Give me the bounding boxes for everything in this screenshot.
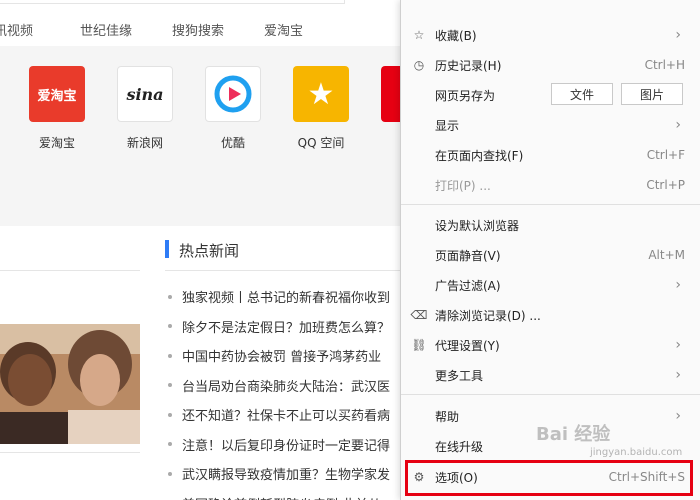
menu-item-label: 历史记录(H) <box>435 58 502 73</box>
menu-item-label: 网页另存为 <box>435 88 496 103</box>
app-qzone[interactable]: ★ QQ 空间 <box>286 66 356 151</box>
options-highlight-box <box>405 460 693 496</box>
menu-item-save-as: 网页另存为 文件 图片 <box>401 80 700 110</box>
sina-icon: sina <box>117 66 173 122</box>
nav-link-aitaobao[interactable]: 爱淘宝 <box>264 20 303 39</box>
app-aitaobao[interactable]: 爱淘宝 爱淘宝 <box>22 66 92 151</box>
news-item[interactable]: 注意！以后复印身份证时一定要记得 <box>165 430 400 460</box>
link-icon: ⛓ <box>411 338 427 352</box>
baidu-watermark-logo: Bai 经验 <box>536 424 611 445</box>
app-label: 优酷 <box>220 136 245 150</box>
menu-item-proxy[interactable]: ⛓ 代理设置(Y) › <box>401 330 700 360</box>
app-label: QQ 空间 <box>297 136 345 150</box>
menu-item-label: 广告过滤(A) <box>435 278 501 293</box>
menu-item-more-tools[interactable]: 更多工具 › <box>401 360 700 390</box>
broom-icon: ⌫ <box>410 308 428 322</box>
star-icon: ☆ <box>413 28 425 42</box>
news-item[interactable]: 武汉瞒报导致疫情加重？生物学家发 <box>165 459 400 489</box>
hot-news-title: 热点新闻 <box>179 242 240 260</box>
menu-item-find-in-page[interactable]: 在页面内查找(F) Ctrl+F <box>401 140 700 170</box>
app-youku[interactable]: 优酷 <box>198 66 268 151</box>
youku-icon <box>205 66 261 122</box>
clock-icon: ◷ <box>413 58 425 72</box>
news-item[interactable]: 美国确诊首例新型肺炎病例 此前从 <box>165 489 400 500</box>
menu-item-print[interactable]: 打印(P) ... Ctrl+P <box>401 170 700 200</box>
news-item[interactable]: 台当局劝台商染肺炎大陆治：武汉医 <box>165 371 400 401</box>
save-as-file-button[interactable]: 文件 <box>551 83 613 105</box>
nav-link-jiayuan[interactable]: 世纪佳缘 <box>80 20 132 39</box>
accent-bar <box>165 240 169 258</box>
news-item[interactable]: 独家视频丨总书记的新春祝福你收到 <box>165 282 400 312</box>
menu-item-shortcut: Ctrl+H <box>644 58 685 72</box>
menu-item-label: 清除浏览记录(D) ... <box>435 308 541 323</box>
chevron-right-icon: › <box>675 277 681 293</box>
baidu-watermark-url: jingyan.baidu.com <box>590 447 683 458</box>
app-label: 爱淘宝 <box>38 136 75 150</box>
menu-item-label: 页面静音(V) <box>435 248 501 263</box>
menu-item-shortcut: Ctrl+P <box>646 178 685 192</box>
nav-link-video[interactable]: 讯视频 <box>0 20 33 39</box>
news-photo[interactable] <box>0 324 140 444</box>
news-item[interactable]: 除夕不是法定假日？加班费怎么算？ <box>165 312 400 342</box>
menu-item-label: 收藏(B) <box>435 28 477 43</box>
menu-item-set-default[interactable]: 设为默认浏览器 <box>401 210 700 240</box>
divider <box>165 270 400 271</box>
qzone-star-icon: ★ <box>293 66 349 122</box>
menu-item-label: 帮助 <box>435 409 460 424</box>
apps-panel: 爱淘宝 爱淘宝 sina 新浪网 优酷 ★ QQ 空间 天 天 <box>0 46 437 226</box>
news-item[interactable]: 中国中药协会被罚 曾接予鸿茅药业 <box>165 341 400 371</box>
chevron-right-icon: › <box>675 408 681 424</box>
menu-item-label: 在页面内查找(F) <box>435 148 524 163</box>
aitaobao-icon: 爱淘宝 <box>29 66 85 122</box>
chevron-right-icon: › <box>675 337 681 353</box>
menu-item-label: 设为默认浏览器 <box>435 218 520 233</box>
menu-item-ad-filter[interactable]: 广告过滤(A) › <box>401 270 700 300</box>
chevron-right-icon: › <box>675 27 681 43</box>
menu-item-label: 代理设置(Y) <box>435 338 500 353</box>
menu-item-clear-history[interactable]: ⌫ 清除浏览记录(D) ... <box>401 300 700 330</box>
hot-news-list: 独家视频丨总书记的新春祝福你收到 除夕不是法定假日？加班费怎么算？ 中国中药协会… <box>165 282 400 500</box>
menu-separator <box>401 394 700 395</box>
menu-item-mute[interactable]: 页面静音(V) Alt+M <box>401 240 700 270</box>
menu-item-history[interactable]: ◷ 历史记录(H) Ctrl+H <box>401 50 700 80</box>
menu-item-shortcut: Alt+M <box>648 248 685 262</box>
menu-item-shortcut: Ctrl+F <box>646 148 685 162</box>
news-item[interactable]: 还不知道？社保卡不止可以买药看病 <box>165 400 400 430</box>
divider <box>0 452 140 453</box>
nav-link-sogou[interactable]: 搜狗搜索 <box>172 20 224 39</box>
chevron-right-icon: › <box>675 367 681 383</box>
app-sina[interactable]: sina 新浪网 <box>110 66 180 151</box>
menu-item-label: 更多工具 <box>435 368 484 383</box>
menu-item-label: 显示 <box>435 118 460 133</box>
menu-separator <box>401 204 700 205</box>
chevron-right-icon: › <box>675 117 681 133</box>
menu-item-label: 打印(P) ... <box>435 178 491 193</box>
menu-item-label: 在线升级 <box>435 439 484 454</box>
app-label: 新浪网 <box>126 136 163 150</box>
menu-item-bookmarks[interactable]: ☆ 收藏(B) › <box>401 20 700 50</box>
save-as-image-button[interactable]: 图片 <box>621 83 683 105</box>
divider <box>0 270 140 271</box>
menu-item-display[interactable]: 显示 › <box>401 110 700 140</box>
